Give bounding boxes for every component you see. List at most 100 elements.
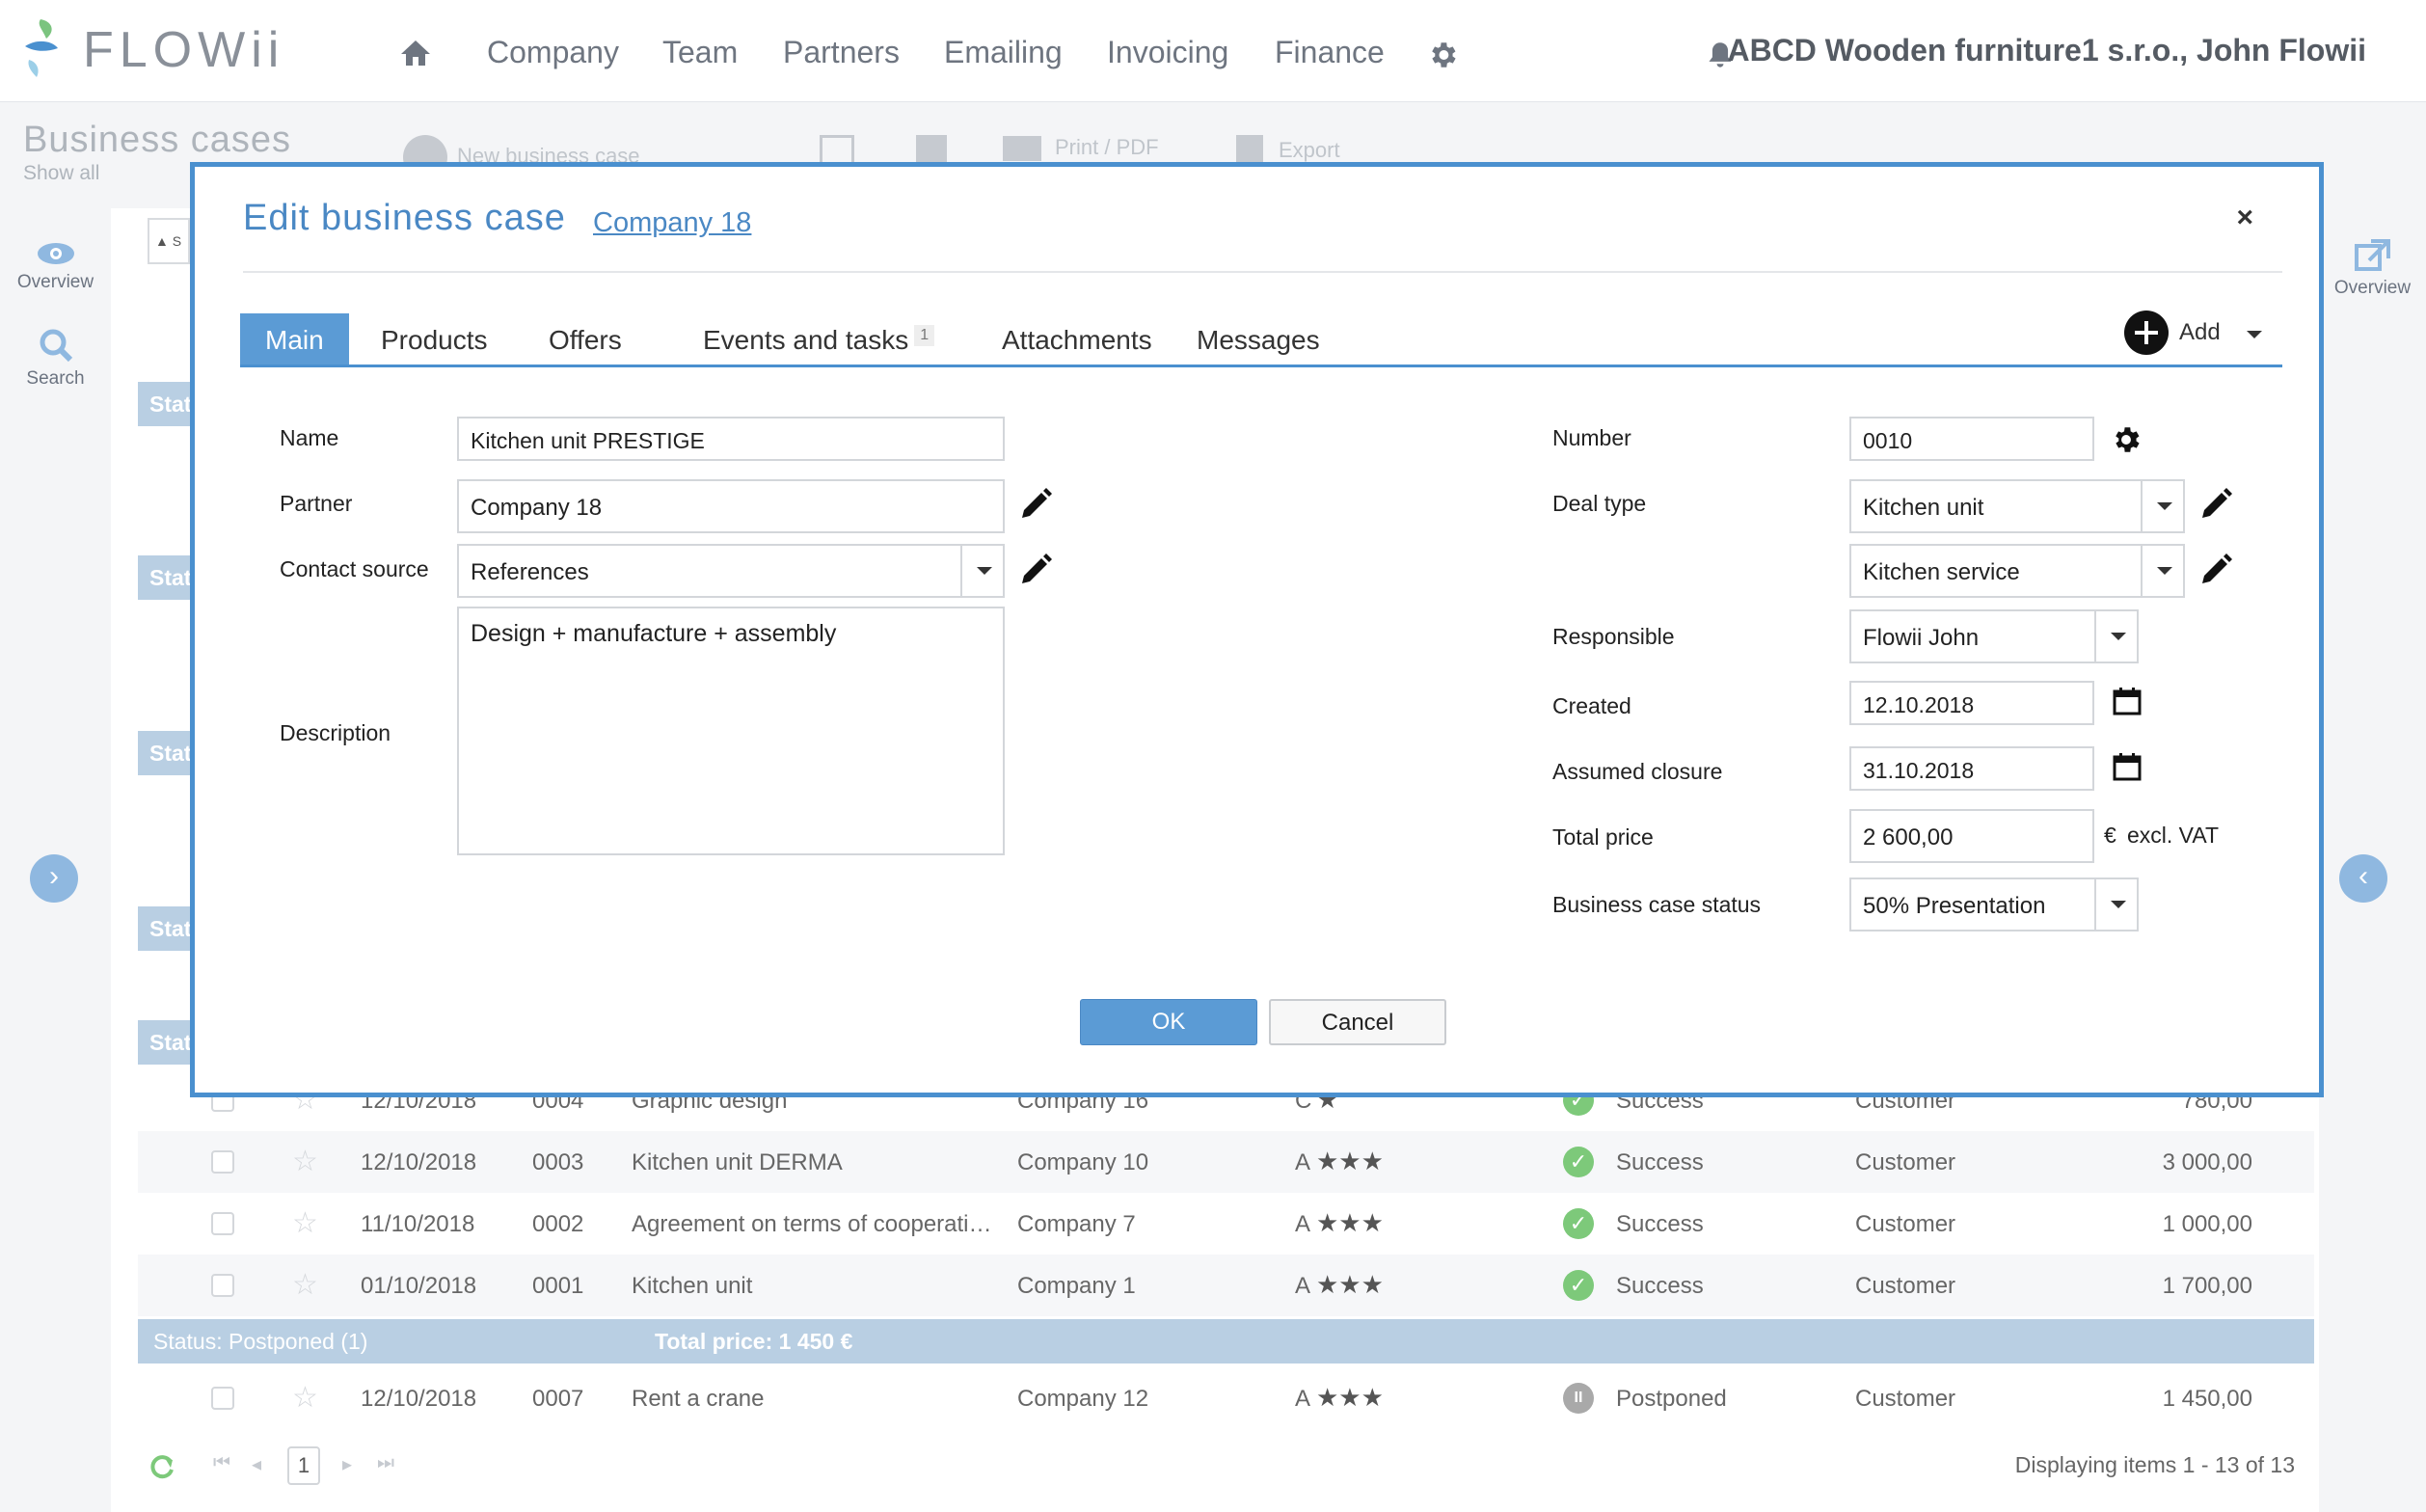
business-case-status-select[interactable]: 50% Presentation (1849, 878, 2139, 932)
favorite-star-icon[interactable]: ☆ (292, 1268, 318, 1302)
right-sidebar-overview[interactable]: Overview (2319, 237, 2426, 299)
nav-partners[interactable]: Partners (783, 35, 900, 70)
calendar-icon[interactable] (2112, 686, 2143, 716)
deal-type-value: Kitchen unit (1863, 495, 1984, 521)
settings-gear-icon[interactable] (1426, 39, 1459, 71)
flowii-logo[interactable]: FLOWii (23, 17, 279, 79)
close-icon[interactable]: × (2236, 202, 2253, 234)
top-navigation-bar: FLOWii Company Team Partners Emailing In… (0, 0, 2426, 102)
tab-offers[interactable]: Offers (549, 313, 622, 364)
edit-pencil-icon[interactable] (1016, 551, 1055, 589)
edit-pencil-icon[interactable] (2197, 485, 2235, 524)
business-case-status-label: Business case status (1552, 892, 1762, 917)
sidebar-search[interactable]: Search (0, 328, 111, 390)
nav-company[interactable]: Company (487, 35, 619, 70)
refresh-icon[interactable] (148, 1452, 176, 1481)
group-header-postponed[interactable]: Status: Postponed (1) Total price: 1 450… (138, 1319, 2314, 1364)
dropdown-arrow-icon[interactable] (2094, 879, 2137, 930)
search-field-toggle[interactable]: ▲ S (148, 218, 190, 264)
dialog-tabs: Main Products Offers Events and tasks 1 A… (240, 313, 2282, 367)
events-count-badge: 1 (914, 325, 935, 346)
tab-events-and-tasks[interactable]: Events and tasks 1 (703, 313, 935, 364)
group-header-stub[interactable]: Stat (138, 555, 196, 600)
row-name: Agreement on terms of cooperati… (632, 1211, 992, 1237)
postponed-status-icon: II (1563, 1383, 1594, 1414)
nav-team[interactable]: Team (662, 35, 738, 70)
tab-products[interactable]: Products (381, 313, 488, 364)
first-page-icon[interactable]: ⏮ (213, 1452, 230, 1474)
row-status: Success (1616, 1211, 1704, 1237)
group-postponed-label: Status: Postponed (1) (153, 1329, 368, 1354)
current-page[interactable]: 1 (287, 1446, 320, 1485)
home-icon[interactable] (399, 39, 432, 68)
show-all-filter[interactable]: Show all (23, 162, 99, 185)
cancel-button[interactable]: Cancel (1269, 999, 1446, 1045)
group-header-stub[interactable]: Stat (138, 731, 196, 775)
total-price-field[interactable]: 2 600,00 (1849, 809, 2094, 863)
responsible-select[interactable]: Flowii John (1849, 609, 2139, 663)
number-settings-gear-icon[interactable] (2110, 423, 2143, 456)
row-checkbox[interactable] (211, 1212, 234, 1235)
print-pdf-button[interactable]: Print / PDF (1003, 135, 1159, 162)
success-status-icon: ✓ (1563, 1147, 1594, 1177)
last-page-icon[interactable]: ⏭ (377, 1452, 394, 1474)
edit-business-case-dialog: Edit business case Company 18 × Main Pro… (190, 162, 2324, 1097)
title-divider (243, 271, 2282, 273)
group-header-stub[interactable]: Stat (138, 382, 196, 426)
row-status: Success (1616, 1149, 1704, 1175)
dropdown-arrow-icon[interactable] (960, 546, 1003, 596)
row-status: Postponed (1616, 1386, 1727, 1412)
user-account-label[interactable]: ABCD Wooden furniture1 s.r.o., John Flow… (1727, 33, 2366, 68)
row-checkbox[interactable] (211, 1150, 234, 1174)
prev-page-icon[interactable]: ◂ (252, 1452, 261, 1476)
calendar-icon[interactable] (2112, 751, 2143, 782)
group-header-stub[interactable]: Stat (138, 906, 196, 951)
contact-source-select[interactable]: References (457, 544, 1005, 598)
dialog-company-link[interactable]: Company 18 (593, 207, 751, 239)
expand-left-arrow-icon[interactable]: › (30, 854, 78, 903)
dropdown-arrow-icon[interactable] (2094, 611, 2137, 662)
created-date-field[interactable]: 12.10.2018 (1849, 681, 2094, 725)
row-number: 0001 (532, 1273, 584, 1299)
tab-main[interactable]: Main (240, 313, 349, 364)
row-type: Customer (1855, 1149, 1956, 1175)
sidebar-overview[interactable]: Overview (0, 241, 111, 293)
row-checkbox[interactable] (211, 1274, 234, 1297)
dropdown-arrow-icon[interactable] (2141, 481, 2183, 531)
table-row[interactable]: ☆ ✓ 01/10/2018 0001 Kitchen unit Company 1 A Su… (138, 1255, 2314, 1316)
partner-field[interactable]: Company 18 (457, 479, 1005, 533)
description-textarea[interactable]: Design + manufacture + assembly (457, 607, 1005, 855)
add-menu-button[interactable]: Add (2123, 306, 2278, 360)
tab-messages[interactable]: Messages (1197, 313, 1320, 364)
table-row[interactable]: ☆ ✓ 11/10/2018 0002 Agreement on terms of co… (138, 1193, 2314, 1255)
table-row[interactable]: ☆ ✓ 12/10/2018 0003 Kitchen unit DERMA Compan… (138, 1131, 2314, 1193)
number-field[interactable]: 0010 (1849, 417, 2094, 461)
dropdown-arrow-icon[interactable] (2141, 546, 2183, 596)
tab-attachments[interactable]: Attachments (1002, 313, 1152, 364)
row-price: 1 000,00 (2162, 1211, 2252, 1237)
nav-emailing[interactable]: Emailing (944, 35, 1063, 70)
edit-pencil-icon[interactable] (2197, 551, 2235, 589)
favorite-star-icon[interactable]: ☆ (292, 1145, 318, 1178)
deal-type-select[interactable]: Kitchen unit (1849, 479, 2185, 533)
group-stub-label: Stat (149, 741, 192, 766)
table-row[interactable]: ☆ 12/10/2018 0007 Rent a crane Company 1… (138, 1367, 2314, 1429)
collapse-right-arrow-icon[interactable]: ‹ (2339, 854, 2387, 903)
nav-finance[interactable]: Finance (1275, 35, 1385, 70)
favorite-star-icon[interactable]: ☆ (292, 1206, 318, 1240)
name-field[interactable]: Kitchen unit PRESTIGE (457, 417, 1005, 461)
add-circle-icon (2124, 310, 2169, 355)
assumed-closure-date-field[interactable]: 31.10.2018 (1849, 746, 2094, 791)
deal-subtype-select[interactable]: Kitchen service (1849, 544, 2185, 598)
row-checkbox[interactable] (211, 1387, 234, 1410)
favorite-star-icon[interactable]: ☆ (292, 1381, 318, 1415)
assumed-closure-label: Assumed closure (1552, 759, 1723, 784)
row-rating: A (1295, 1386, 1311, 1412)
next-page-icon[interactable]: ▸ (342, 1452, 352, 1476)
group-header-stub[interactable]: Stat (138, 1020, 196, 1065)
nav-invoicing[interactable]: Invoicing (1107, 35, 1228, 70)
ok-button[interactable]: OK (1080, 999, 1257, 1045)
edit-pencil-icon[interactable] (1016, 485, 1055, 524)
search-placeholder: S (172, 233, 182, 249)
pager: ⏮ ◂ 1 ▸ ⏭ Displaying items 1 - 13 of 13 (138, 1439, 2314, 1493)
